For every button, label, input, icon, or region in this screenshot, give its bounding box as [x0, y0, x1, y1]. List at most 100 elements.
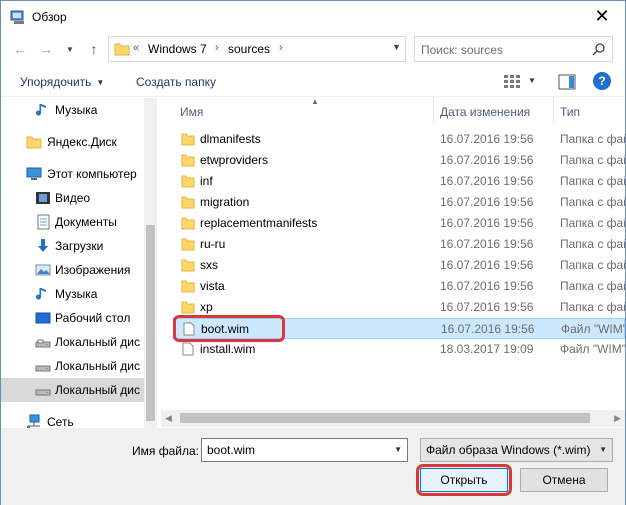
sidebar-item-label: Музыка [55, 287, 98, 301]
folder-icon [181, 259, 195, 272]
chevron-down-icon: ▼ [66, 44, 74, 54]
horizontal-scrollbar[interactable]: ◀ ▶ [161, 410, 625, 427]
dialog-icon [10, 10, 24, 24]
file-type: Папка с фай [560, 279, 625, 293]
file-row[interactable]: vista 16.07.2016 19:56 Папка с фай [173, 276, 625, 297]
organize-button[interactable]: Упорядочить ▼ [20, 75, 104, 89]
file-type: Файл "WIM" [560, 342, 625, 356]
organize-label: Упорядочить [20, 75, 92, 89]
desktop-icon [35, 312, 51, 324]
file-row[interactable]: inf 16.07.2016 19:56 Папка с фай [173, 171, 625, 192]
file-row[interactable]: ru-ru 16.07.2016 19:56 Папка с фай [173, 234, 625, 255]
file-name: replacementmanifests [200, 216, 318, 230]
chevron-right-icon[interactable]: › [215, 42, 219, 54]
file-date: 16.07.2016 19:56 [440, 174, 534, 188]
filename-value: boot.wim [207, 443, 256, 457]
sidebar-item-network[interactable]: Сеть [1, 410, 144, 428]
dialog-footer: Имя файла: boot.wim ▼ Файл образа Window… [1, 428, 625, 505]
view-options-icon[interactable] [504, 75, 520, 89]
toolbar: Упорядочить ▼ Создать папку ▼ ? [1, 67, 625, 97]
filename-input[interactable]: boot.wim ▼ [201, 438, 408, 462]
chevron-down-icon[interactable]: ▼ [394, 445, 402, 454]
network-icon [27, 414, 40, 428]
filetype-select[interactable]: Файл образа Windows (*.wim) ▼ [420, 438, 613, 462]
sidebar-item-local-disk-1[interactable]: Локальный дис [1, 330, 144, 354]
file-row[interactable]: migration 16.07.2016 19:56 Папка с фай [173, 192, 625, 213]
folder-icon [181, 196, 195, 209]
sidebar-item-label: Музыка [55, 103, 98, 117]
help-icon[interactable]: ? [593, 72, 611, 90]
chevron-right-icon[interactable]: › [279, 42, 283, 54]
file-type: Папка с фай [560, 300, 625, 314]
sidebar-item-documents[interactable]: Документы [1, 210, 144, 234]
scroll-left-icon[interactable]: ◀ [165, 413, 172, 424]
column-date-label: Дата изменения [440, 105, 531, 119]
folder-icon [181, 238, 195, 251]
search-box[interactable]: Поиск: sources [414, 36, 613, 62]
column-header-name[interactable]: Имя ▲ [173, 98, 433, 124]
sidebar-item-label: Локальный дис [55, 359, 140, 373]
recent-locations-button[interactable]: ▼ [61, 40, 79, 58]
scroll-right-icon[interactable]: ▶ [614, 413, 621, 424]
sidebar-item-pictures[interactable]: Изображения [1, 258, 144, 282]
new-folder-button[interactable]: Создать папку [136, 75, 216, 89]
filetype-value: Файл образа Windows (*.wim) [426, 443, 591, 457]
drive-icon [35, 339, 51, 348]
folder-icon [114, 43, 130, 56]
sidebar-item-this-pc[interactable]: Этот компьютер [1, 162, 144, 186]
forward-button[interactable]: → [37, 40, 55, 58]
file-list: Имя ▲ Дата изменения Тип dlmanifests 16.… [161, 98, 625, 428]
scrollbar-thumb[interactable] [146, 225, 155, 421]
scrollbar-thumb[interactable] [180, 413, 590, 423]
file-type: Папка с фай [560, 216, 625, 230]
file-date: 16.07.2016 19:56 [440, 216, 534, 230]
sidebar-item-video[interactable]: Видео [1, 186, 144, 210]
file-name: sxs [200, 258, 218, 272]
back-button[interactable]: ← [11, 40, 29, 58]
column-header-date[interactable]: Дата изменения [434, 98, 553, 124]
breadcrumb-sources[interactable]: sources [228, 42, 270, 56]
file-type: Файл "WIM" [561, 322, 625, 336]
file-name: install.wim [200, 342, 256, 356]
sidebar-item-downloads[interactable]: Загрузки [1, 234, 144, 258]
search-input[interactable]: Поиск: sources [421, 43, 503, 57]
file-type: Папка с фай [560, 174, 625, 188]
breadcrumb-windows7[interactable]: Windows 7 [148, 42, 207, 56]
sidebar-item-yandex-disk[interactable]: Яндекс.Диск [1, 130, 144, 154]
chevron-down-icon[interactable]: ▼ [528, 76, 536, 85]
file-name: ru-ru [200, 237, 226, 251]
sidebar-item-music[interactable]: Музыка [1, 98, 144, 122]
column-header-type[interactable]: Тип [554, 98, 625, 124]
file-date: 16.07.2016 19:56 [440, 258, 534, 272]
sidebar-item-label: Рабочий стол [55, 311, 131, 325]
folder-icon [181, 133, 195, 146]
file-icon [182, 342, 194, 356]
file-row[interactable]: dlmanifests 16.07.2016 19:56 Папка с фай [173, 129, 625, 150]
sidebar-scrollbar[interactable] [144, 98, 157, 428]
chevron-down-icon[interactable]: ▼ [392, 42, 401, 52]
preview-pane-icon[interactable] [558, 74, 576, 90]
overflow-icon[interactable]: « [133, 42, 139, 54]
download-icon [38, 239, 48, 252]
file-type: Папка с фай [560, 132, 625, 146]
file-date: 18.03.2017 19:09 [440, 342, 534, 356]
file-row[interactable]: sxs 16.07.2016 19:56 Папка с фай [173, 255, 625, 276]
file-row[interactable]: etwproviders 16.07.2016 19:56 Папка с фа… [173, 150, 625, 171]
file-row[interactable]: replacementmanifests 16.07.2016 19:56 Па… [173, 213, 625, 234]
up-button[interactable]: ↑ [85, 40, 103, 58]
folder-icon [181, 217, 195, 230]
sidebar-item-label: Этот компьютер [47, 167, 137, 181]
file-row[interactable]: install.wim 18.03.2017 19:09 Файл "WIM" [173, 339, 625, 360]
sidebar-item-local-disk-3[interactable]: Локальный дис [1, 378, 144, 402]
chevron-down-icon: ▼ [96, 78, 105, 87]
documents-icon [37, 214, 50, 230]
sidebar-item-desktop[interactable]: Рабочий стол [1, 306, 144, 330]
file-date: 16.07.2016 19:56 [440, 279, 534, 293]
file-type: Папка с фай [560, 153, 625, 167]
chevron-down-icon: ▼ [599, 445, 607, 454]
cancel-button[interactable]: Отмена [520, 468, 608, 492]
sidebar-item-music-2[interactable]: Музыка [1, 282, 144, 306]
close-button[interactable]: ✕ [579, 1, 625, 32]
address-bar[interactable]: « Windows 7 › sources › ▼ [108, 36, 406, 62]
sidebar-item-local-disk-2[interactable]: Локальный дис [1, 354, 144, 378]
